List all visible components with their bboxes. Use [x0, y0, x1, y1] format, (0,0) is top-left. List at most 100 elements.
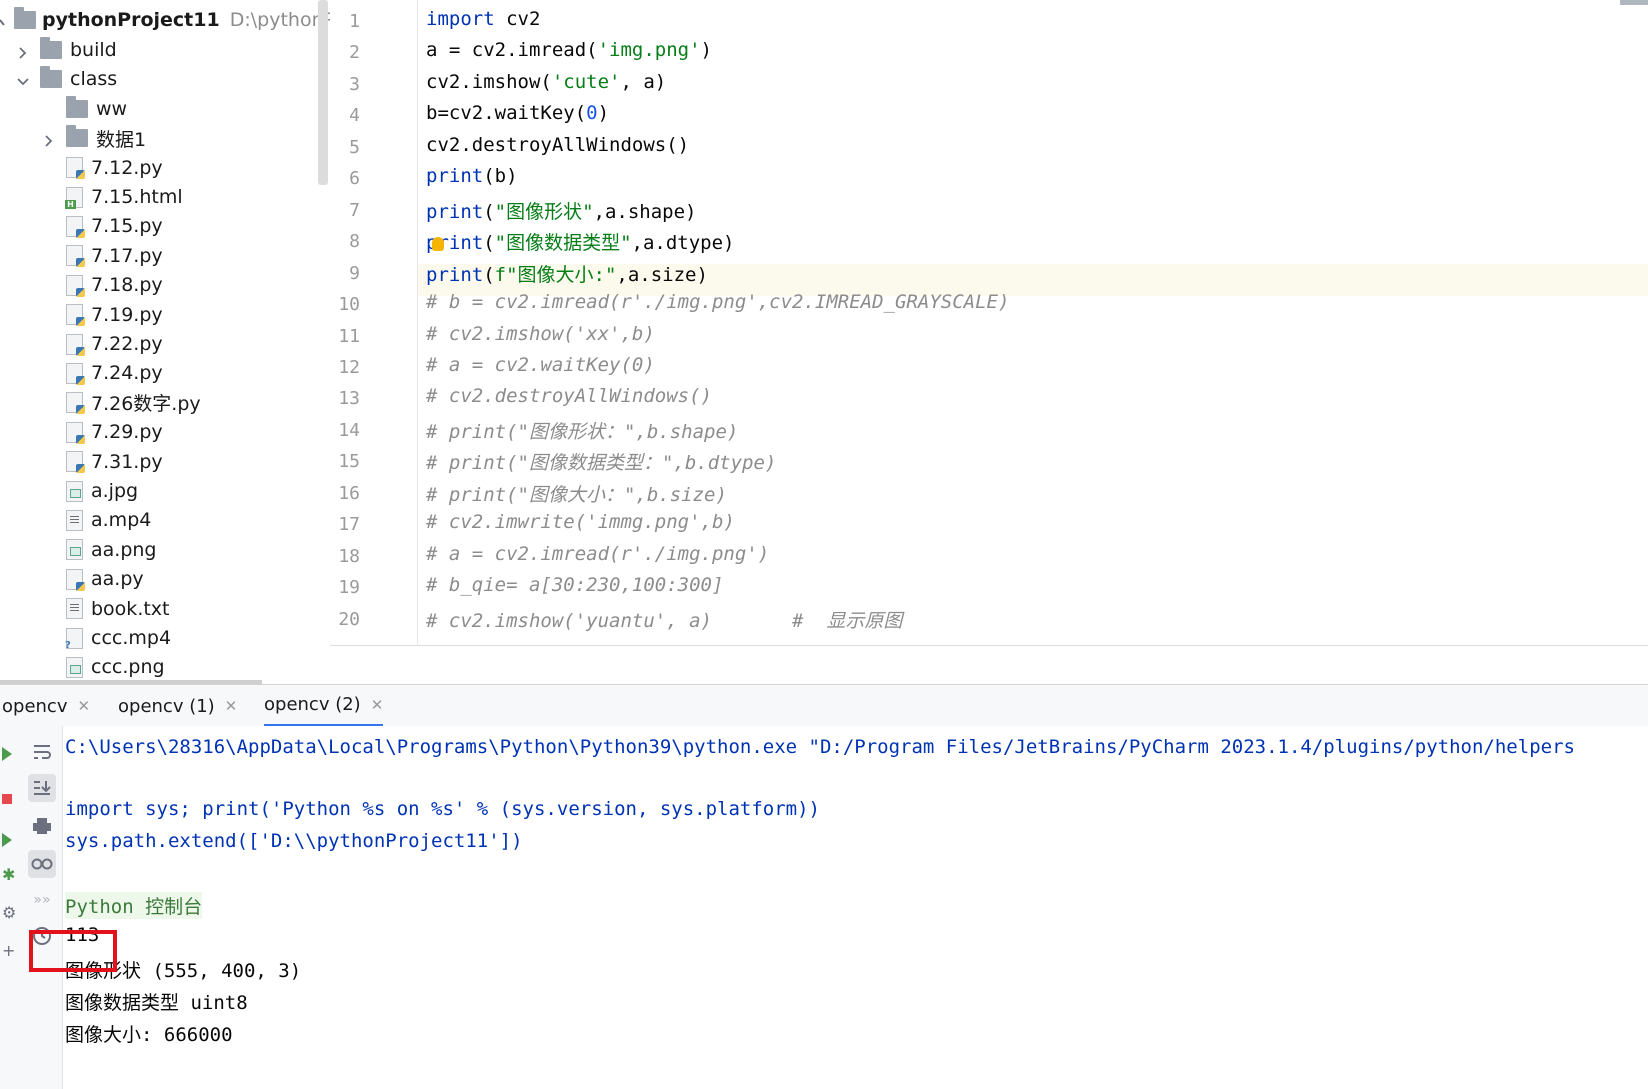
line-number: 13: [338, 388, 360, 410]
editor-scrollbar[interactable]: [1620, 0, 1648, 5]
tree-item[interactable]: 7.19.py: [42, 300, 163, 330]
tab-opencv-2[interactable]: opencv (2) ✕: [264, 685, 384, 727]
code-line[interactable]: print("图像数据类型",a.dtype): [426, 228, 735, 255]
code-line[interactable]: print(f"图像大小:",a.size): [426, 260, 708, 287]
html-file-icon: [65, 186, 83, 209]
code-line[interactable]: import cv2: [426, 8, 540, 30]
line-number: 2: [349, 42, 360, 64]
console-output-line: 图像大小: 666000: [65, 1024, 233, 1046]
line-number: 15: [338, 451, 360, 473]
tree-item-label: 7.18.py: [91, 274, 163, 297]
code-line[interactable]: # cv2.destroyAllWindows(): [426, 385, 712, 407]
chevron-down-icon[interactable]: [16, 72, 40, 86]
tree-item[interactable]: aa.png: [42, 535, 157, 565]
code-line[interactable]: # a = cv2.waitKey(0): [426, 354, 655, 376]
image-file-icon: [66, 480, 83, 502]
tree-item[interactable]: 数据1: [42, 123, 146, 153]
folder-icon: [40, 37, 62, 59]
code-line[interactable]: cv2.imshow('cute', a): [426, 71, 666, 93]
vertical-scrollbar[interactable]: [318, 0, 328, 185]
code-line[interactable]: # print("图像数据类型：",b.dtype): [426, 448, 776, 475]
console-toolbar: »»: [22, 726, 63, 1089]
tree-item[interactable]: 7.22.py: [42, 329, 163, 359]
text-file-icon: [66, 509, 83, 531]
tree-item[interactable]: a.jpg: [42, 476, 138, 506]
tree-item[interactable]: ccc.png: [42, 652, 165, 682]
line-number: 19: [338, 577, 360, 599]
code-line[interactable]: # cv2.imshow('yuantu', a) # 显示原图: [426, 606, 902, 633]
code-line[interactable]: a = cv2.imread('img.png'): [426, 39, 712, 61]
rerun-icon[interactable]: [2, 746, 12, 761]
print-icon[interactable]: [28, 812, 56, 840]
scroll-to-end-icon[interactable]: [28, 774, 56, 802]
tree-item[interactable]: 7.18.py: [42, 270, 163, 300]
soft-wrap-icon[interactable]: [28, 738, 56, 766]
tree-item[interactable]: 7.15.html: [42, 182, 183, 212]
console-import-line: import sys; print('Python %s on %s' % (s…: [65, 798, 820, 820]
close-icon[interactable]: ✕: [77, 697, 90, 715]
console-label: Python 控制台: [65, 892, 203, 919]
tree-item[interactable]: 7.31.py: [42, 447, 163, 477]
chevron-right-icon[interactable]: [16, 43, 40, 59]
close-icon[interactable]: ✕: [225, 697, 238, 715]
glasses-icon[interactable]: [28, 850, 56, 878]
add-icon[interactable]: +: [2, 943, 15, 959]
tree-item-label: a.jpg: [91, 480, 139, 502]
code-line[interactable]: # b = cv2.imread(r'./img.png',cv2.IMREAD…: [426, 291, 1009, 313]
project-root[interactable]: pythonProject11 D:\pythonProjec: [0, 5, 338, 35]
line-number: 16: [338, 482, 360, 504]
unknown-file-icon: [65, 627, 83, 651]
tab-opencv[interactable]: opencv ✕: [2, 685, 90, 727]
tab-opencv-1[interactable]: opencv (1) ✕: [118, 685, 237, 727]
tree-item[interactable]: ccc.mp4: [42, 623, 171, 653]
python-file-icon: [66, 304, 85, 327]
tree-item[interactable]: 7.29.py: [42, 417, 163, 447]
gear-icon[interactable]: ⚙: [2, 905, 16, 921]
tree-item[interactable]: 7.12.py: [42, 153, 163, 183]
console-output[interactable]: C:\Users\28316\AppData\Local\Programs\Py…: [64, 726, 1648, 1089]
code-line[interactable]: # print("图像大小：",b.size): [426, 480, 727, 507]
tree-item[interactable]: 7.15.py: [42, 211, 163, 241]
tree-item[interactable]: build: [16, 35, 117, 65]
tree-item-label: 7.15.py: [91, 215, 163, 238]
lightbulb-icon[interactable]: [432, 237, 444, 252]
tree-item[interactable]: ww: [42, 94, 127, 124]
code-line[interactable]: print(b): [426, 165, 518, 187]
code-line[interactable]: # a = cv2.imread(r'./img.png'): [426, 543, 769, 565]
line-number: 1: [349, 11, 360, 32]
python-file-icon: [66, 362, 85, 385]
tree-item-label: aa.png: [91, 538, 157, 561]
close-icon[interactable]: ✕: [371, 696, 384, 714]
chevron-down-icon[interactable]: [0, 13, 8, 27]
forward-icon[interactable]: »»: [28, 886, 56, 914]
line-number: 11: [338, 325, 360, 347]
tree-item-label: 7.26数字.py: [91, 393, 201, 416]
tree-item[interactable]: class: [16, 64, 117, 94]
chevron-right-icon[interactable]: [42, 131, 66, 147]
code-line[interactable]: # cv2.imshow('xx',b): [426, 323, 655, 345]
tree-item[interactable]: 7.17.py: [42, 241, 163, 271]
run-icon[interactable]: [2, 832, 12, 847]
stop-icon[interactable]: [2, 794, 12, 804]
debug-icon[interactable]: ✱: [2, 867, 15, 883]
tree-item[interactable]: 7.24.py: [42, 358, 163, 388]
code-line[interactable]: # print("图像形状：",b.shape): [426, 417, 738, 444]
code-line[interactable]: # b_qie= a[30:230,100:300]: [426, 574, 723, 596]
folder-icon: [66, 95, 88, 118]
line-number: 17: [338, 514, 360, 536]
code-line[interactable]: cv2.destroyAllWindows(): [426, 134, 689, 156]
code-line[interactable]: b=cv2.waitKey(0): [426, 102, 609, 124]
code-line[interactable]: # cv2.imwrite('immg.png',b): [426, 511, 735, 533]
tree-item[interactable]: a.mp4: [42, 505, 151, 535]
code-editor[interactable]: 1 2 3 4 5 6 7 8 9 10 11 12 13 14 15 16 17 18 19 20 import c…: [330, 0, 1648, 645]
tree-item[interactable]: aa.py: [42, 564, 144, 594]
tree-item[interactable]: 7.26数字.py: [42, 388, 201, 418]
code-line[interactable]: print("图像形状",a.shape): [426, 197, 697, 224]
tree-item[interactable]: book.txt: [42, 594, 170, 624]
tree-item-label: ww: [96, 97, 128, 120]
